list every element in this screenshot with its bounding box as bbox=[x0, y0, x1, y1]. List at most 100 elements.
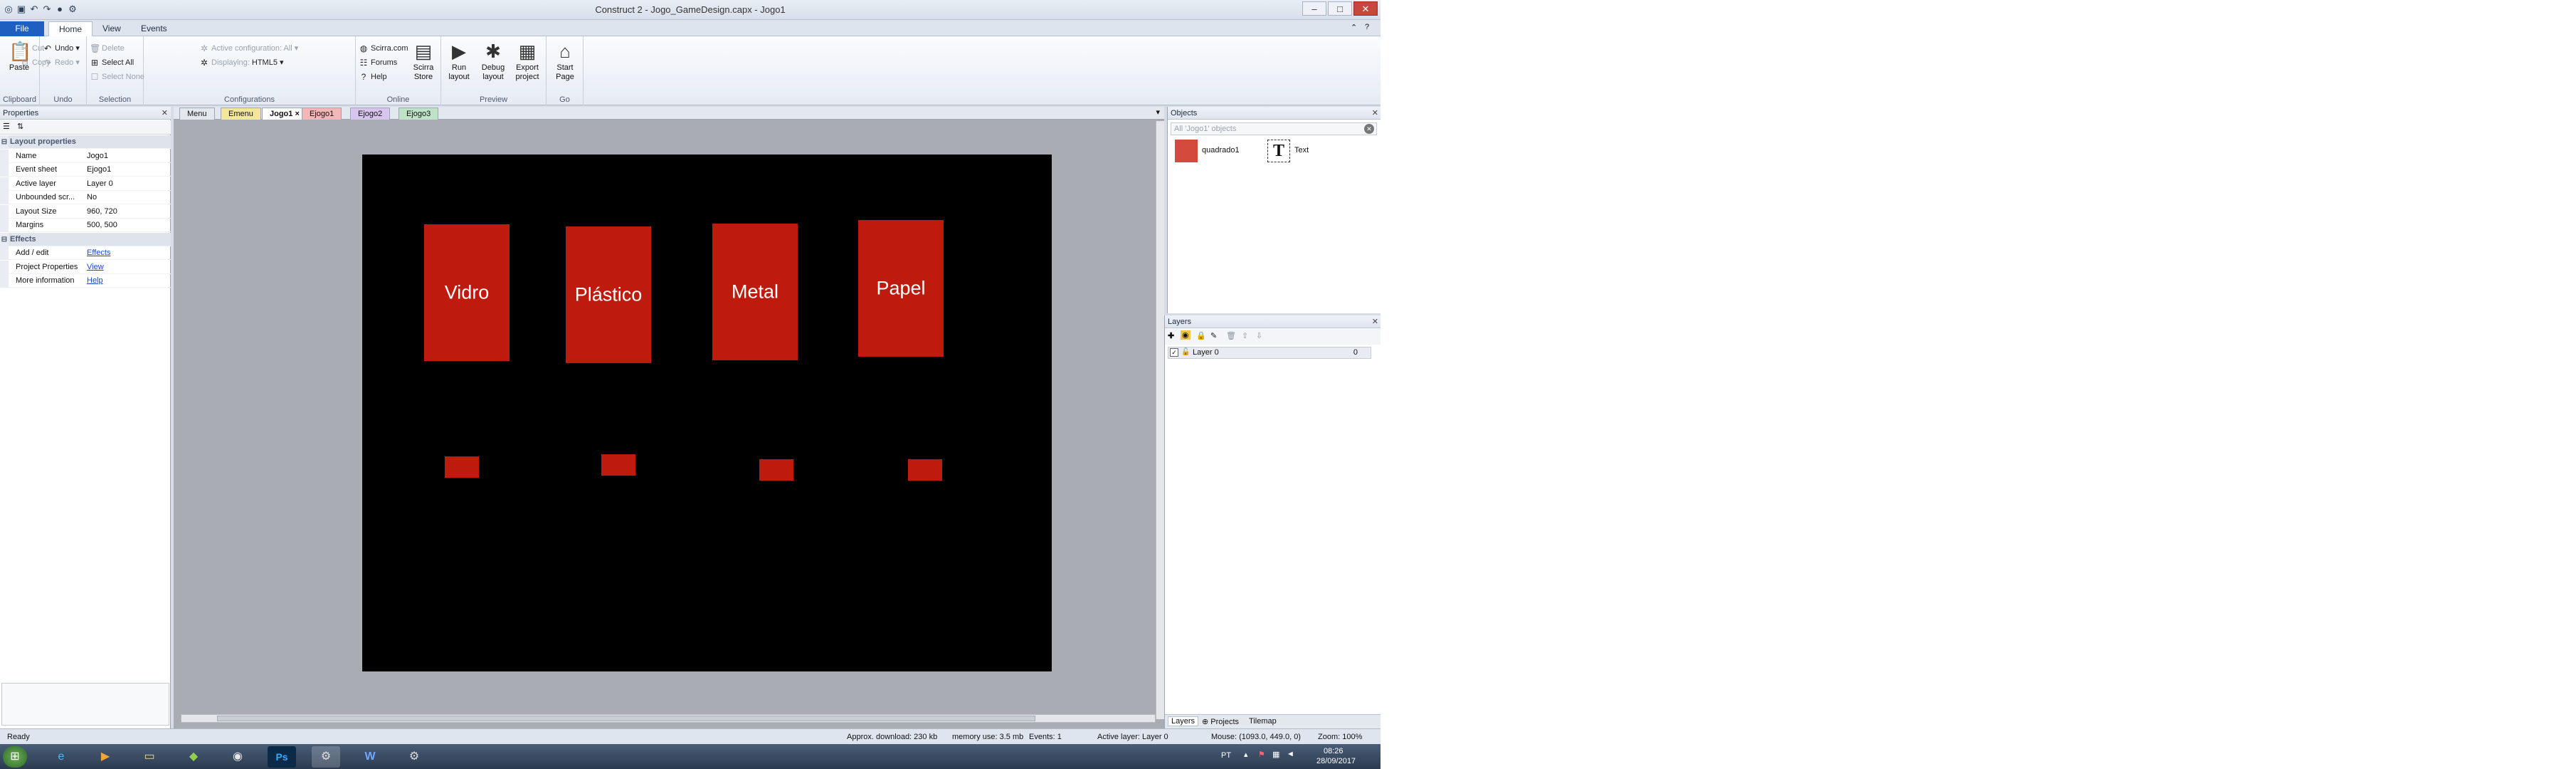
clear-filter-icon[interactable]: ✕ bbox=[1364, 124, 1374, 134]
property-category[interactable]: ⊟ Layout properties bbox=[0, 135, 171, 149]
small-square[interactable] bbox=[445, 456, 479, 478]
help-link[interactable]: ? Help bbox=[359, 72, 387, 82]
card-papel[interactable]: Papel bbox=[858, 220, 944, 357]
property-value[interactable]: Layer 0 bbox=[87, 177, 113, 191]
run-layout-button[interactable]: ▶ Run layout bbox=[443, 41, 475, 82]
property-row[interactable]: Project Properties View bbox=[0, 260, 171, 274]
object-item-quadrado1[interactable]: quadrado1 bbox=[1175, 140, 1274, 164]
layer-visible-checkbox[interactable]: ✓ bbox=[1170, 348, 1178, 357]
property-link[interactable]: Effects bbox=[87, 246, 110, 260]
document-tab[interactable]: Ejogo3 bbox=[398, 108, 439, 120]
displaying-dropdown[interactable]: ✲ Displaying: HTML5 ▾ bbox=[199, 58, 284, 68]
close-tab-icon[interactable]: × bbox=[292, 110, 299, 118]
collapse-ribbon-icon[interactable]: ⌃ bbox=[1351, 23, 1357, 32]
property-row[interactable]: Active layer Layer 0 bbox=[0, 177, 171, 191]
property-link[interactable]: Help bbox=[87, 274, 103, 288]
undo-button[interactable]: ↶ Undo ▾ bbox=[43, 43, 80, 53]
tab-home[interactable]: Home bbox=[48, 21, 93, 36]
card-metal[interactable]: Metal bbox=[712, 224, 798, 360]
small-square[interactable] bbox=[759, 459, 793, 481]
maximize-button[interactable]: □ bbox=[1328, 1, 1352, 16]
ie-icon[interactable]: e bbox=[47, 746, 75, 768]
property-row[interactable]: Add / edit Effects bbox=[0, 246, 171, 260]
property-row[interactable]: Layout Size 960, 720 bbox=[0, 204, 171, 219]
document-tab[interactable]: Ejogo2 bbox=[350, 108, 391, 120]
property-row[interactable]: Unbounded scr... No bbox=[0, 191, 171, 204]
property-row[interactable]: Event sheet Ejogo1 bbox=[0, 163, 171, 177]
select-all-button[interactable]: ⊞ Select All bbox=[90, 58, 134, 68]
close-icon[interactable]: ✕ bbox=[162, 107, 168, 120]
select-none-button[interactable]: ☐ Select None bbox=[90, 72, 144, 82]
horizontal-scrollbar[interactable] bbox=[181, 714, 1156, 723]
card-vidro[interactable]: Vidro bbox=[424, 224, 510, 361]
debug-layout-button[interactable]: ✱ Debug layout bbox=[477, 41, 510, 82]
tab-projects[interactable]: ⊕ Projects bbox=[1202, 717, 1239, 726]
property-row[interactable]: More information Help bbox=[0, 274, 171, 288]
categorized-icon[interactable]: ☰ bbox=[3, 122, 10, 131]
visibility-icon[interactable]: ◉ bbox=[1181, 330, 1191, 340]
property-link[interactable]: View bbox=[87, 261, 104, 274]
collapse-icon[interactable]: ⊟ bbox=[0, 232, 9, 246]
close-icon[interactable]: ✕ bbox=[1372, 315, 1378, 328]
explorer-icon[interactable]: ▭ bbox=[135, 746, 164, 768]
small-square[interactable] bbox=[908, 459, 942, 481]
layer-lock-icon[interactable]: 🔓 bbox=[1181, 348, 1190, 356]
object-item-text[interactable]: T Text bbox=[1267, 140, 1353, 164]
lock-icon[interactable]: 🔒 bbox=[1196, 331, 1206, 340]
property-value[interactable]: Jogo1 bbox=[87, 150, 108, 163]
close-icon[interactable]: ✕ bbox=[1372, 107, 1378, 120]
redo-button[interactable]: ↷ Redo ▾ bbox=[43, 58, 80, 68]
media-player-icon[interactable]: ▶ bbox=[91, 746, 120, 768]
minimize-button[interactable]: – bbox=[1302, 1, 1326, 16]
forums-link[interactable]: ☷ Forums bbox=[359, 58, 398, 68]
property-category[interactable]: ⊟ Effects bbox=[0, 232, 171, 246]
clock-time[interactable]: 08:26 bbox=[1324, 747, 1344, 755]
property-value[interactable]: 500, 500 bbox=[87, 219, 117, 232]
export-project-button[interactable]: ▦ Export project bbox=[511, 41, 544, 82]
tab-tilemap[interactable]: Tilemap bbox=[1249, 717, 1277, 726]
collapse-icon[interactable]: ⊟ bbox=[0, 135, 9, 149]
scirra-store-button[interactable]: ▤ Scirra Store bbox=[407, 41, 440, 82]
layer-row[interactable]: ✓ 🔓 Layer 0 0 bbox=[1168, 347, 1371, 359]
property-row[interactable]: Margins 500, 500 bbox=[0, 219, 171, 232]
property-row[interactable]: Name Jogo1 bbox=[0, 149, 171, 163]
start-page-button[interactable]: ⌂ Start Page bbox=[549, 41, 581, 82]
objects-filter[interactable]: All 'Jogo1' objects ✕ bbox=[1171, 122, 1377, 135]
flag-icon[interactable]: ⚑ bbox=[1258, 750, 1265, 759]
add-layer-icon[interactable]: ✚ bbox=[1168, 331, 1174, 340]
layout-canvas[interactable]: Vidro Plástico Metal Papel bbox=[362, 155, 1052, 671]
language-indicator[interactable]: PT bbox=[1221, 751, 1231, 760]
scrollbar-thumb[interactable] bbox=[217, 716, 1035, 721]
tab-file[interactable]: File bbox=[0, 21, 44, 36]
tabs-dropdown-icon[interactable]: ▾ bbox=[1156, 108, 1160, 117]
tab-view[interactable]: View bbox=[93, 21, 131, 36]
sort-alpha-icon[interactable]: ⇅ bbox=[17, 122, 23, 131]
move-down-icon[interactable]: ⇩ bbox=[1256, 331, 1262, 340]
tray-up-icon[interactable]: ▴ bbox=[1244, 750, 1248, 759]
document-tab[interactable]: Emenu bbox=[221, 108, 261, 120]
document-tab[interactable]: Ejogo1 bbox=[302, 108, 342, 120]
property-value[interactable]: Ejogo1 bbox=[87, 163, 111, 177]
clock-date[interactable]: 28/09/2017 bbox=[1316, 757, 1356, 765]
delete-button[interactable]: 🗑 Delete bbox=[90, 43, 125, 53]
active-configuration-dropdown[interactable]: ✲ Active configuration: All ▾ bbox=[199, 43, 298, 53]
help-icon[interactable]: ? bbox=[1365, 23, 1369, 31]
volume-icon[interactable]: ◄ bbox=[1287, 750, 1294, 758]
settings-app-icon[interactable]: ⚙ bbox=[400, 746, 428, 768]
edit-icon[interactable]: ✎ bbox=[1210, 331, 1217, 340]
word-icon[interactable]: W bbox=[356, 746, 384, 768]
property-value[interactable]: 960, 720 bbox=[87, 205, 117, 219]
document-tab[interactable]: Jogo1 × bbox=[262, 108, 307, 120]
chrome-icon[interactable]: ◉ bbox=[223, 746, 252, 768]
move-up-icon[interactable]: ⇧ bbox=[1242, 331, 1248, 340]
close-button[interactable]: ✕ bbox=[1353, 1, 1378, 16]
vertical-scrollbar[interactable] bbox=[1156, 121, 1164, 719]
card-plastico[interactable]: Plástico bbox=[566, 226, 651, 363]
photoshop-icon[interactable]: Ps bbox=[268, 746, 296, 768]
document-tab[interactable]: Menu bbox=[179, 108, 215, 120]
property-value[interactable]: No bbox=[87, 191, 97, 204]
start-button[interactable]: ⊞ bbox=[3, 746, 27, 768]
small-square[interactable] bbox=[601, 454, 635, 476]
tab-events[interactable]: Events bbox=[131, 21, 177, 36]
network-icon[interactable]: ▦ bbox=[1272, 750, 1279, 759]
